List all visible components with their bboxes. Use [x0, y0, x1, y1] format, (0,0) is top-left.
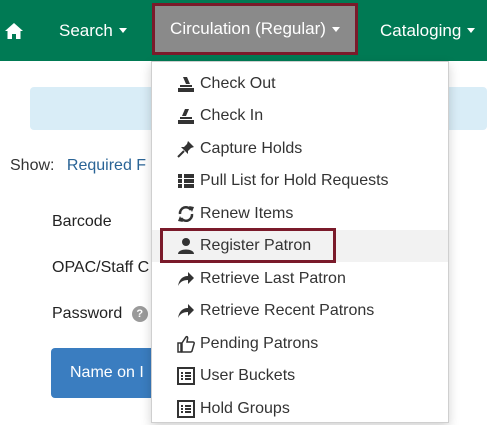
menu-item-label: Pending Patrons [200, 335, 319, 352]
nav-circulation-label: Circulation (Regular) [170, 19, 326, 38]
pushpin-icon [176, 139, 196, 159]
menu-item-check-in[interactable]: Check In [152, 100, 448, 132]
nav-search-label: Search [59, 20, 113, 40]
menu-item-label: Hold Groups [200, 400, 290, 417]
menu-item-hold-groups[interactable]: Hold Groups [152, 393, 448, 425]
list-icon [176, 171, 196, 191]
menu-item-label: Capture Holds [200, 140, 303, 157]
menu-item-label: Retrieve Last Patron [200, 270, 346, 287]
menu-item-retrieve-recent-patrons[interactable]: Retrieve Recent Patrons [152, 295, 448, 327]
nav-cataloging-menu[interactable]: Cataloging [380, 0, 476, 61]
refresh-icon [176, 204, 196, 224]
nav-search-menu[interactable]: Search [59, 0, 127, 61]
menu-item-register-patron[interactable]: Register Patron [152, 230, 448, 262]
caret-down-icon [331, 26, 340, 32]
menu-item-capture-holds[interactable]: Capture Holds [152, 133, 448, 165]
share-arrow-icon [176, 301, 196, 321]
checkout-icon [176, 74, 196, 94]
password-label: Password [52, 305, 123, 322]
help-icon[interactable]: ? [131, 305, 148, 322]
barcode-label: Barcode [52, 213, 112, 230]
checkin-icon [176, 106, 196, 126]
list-alt-icon [176, 399, 196, 419]
menu-item-pull-list[interactable]: Pull List for Hold Requests [152, 165, 448, 197]
menu-item-renew-items[interactable]: Renew Items [152, 198, 448, 230]
caret-down-icon [467, 28, 476, 33]
home-icon [5, 22, 23, 39]
show-filter-row: Show: Required F [10, 157, 146, 175]
menu-item-retrieve-last-patron[interactable]: Retrieve Last Patron [152, 263, 448, 295]
menu-item-label: Check In [200, 107, 264, 124]
share-arrow-icon [176, 269, 196, 289]
menu-item-user-buckets[interactable]: User Buckets [152, 360, 448, 392]
menu-item-label: Renew Items [200, 205, 294, 222]
menu-item-label: Retrieve Recent Patrons [200, 302, 375, 319]
menu-item-pending-patrons[interactable]: Pending Patrons [152, 328, 448, 360]
top-navbar: Search Circulation (Regular) Cataloging [0, 0, 487, 61]
menu-item-label: Pull List for Hold Requests [200, 172, 389, 189]
show-required-link[interactable]: Required F [67, 157, 146, 174]
name-button-label: Name on I [70, 364, 144, 381]
password-label-row: Password ? [52, 305, 148, 323]
thumbs-up-icon [176, 334, 196, 354]
circulation-dropdown-menu: Check Out Check In Capture Holds Pull Li… [151, 61, 449, 423]
menu-item-label: Register Patron [200, 237, 312, 254]
menu-item-label: Check Out [200, 75, 276, 92]
nav-circulation-menu[interactable]: Circulation (Regular) [152, 3, 358, 55]
home-button[interactable] [0, 0, 28, 61]
opac-username-label: OPAC/Staff C [52, 259, 150, 276]
nav-cataloging-label: Cataloging [380, 20, 462, 40]
caret-down-icon [118, 28, 127, 33]
show-label: Show: [10, 157, 55, 174]
list-alt-icon [176, 366, 196, 386]
menu-item-label: User Buckets [200, 367, 296, 384]
menu-item-check-out[interactable]: Check Out [152, 68, 448, 100]
user-icon [176, 236, 196, 256]
